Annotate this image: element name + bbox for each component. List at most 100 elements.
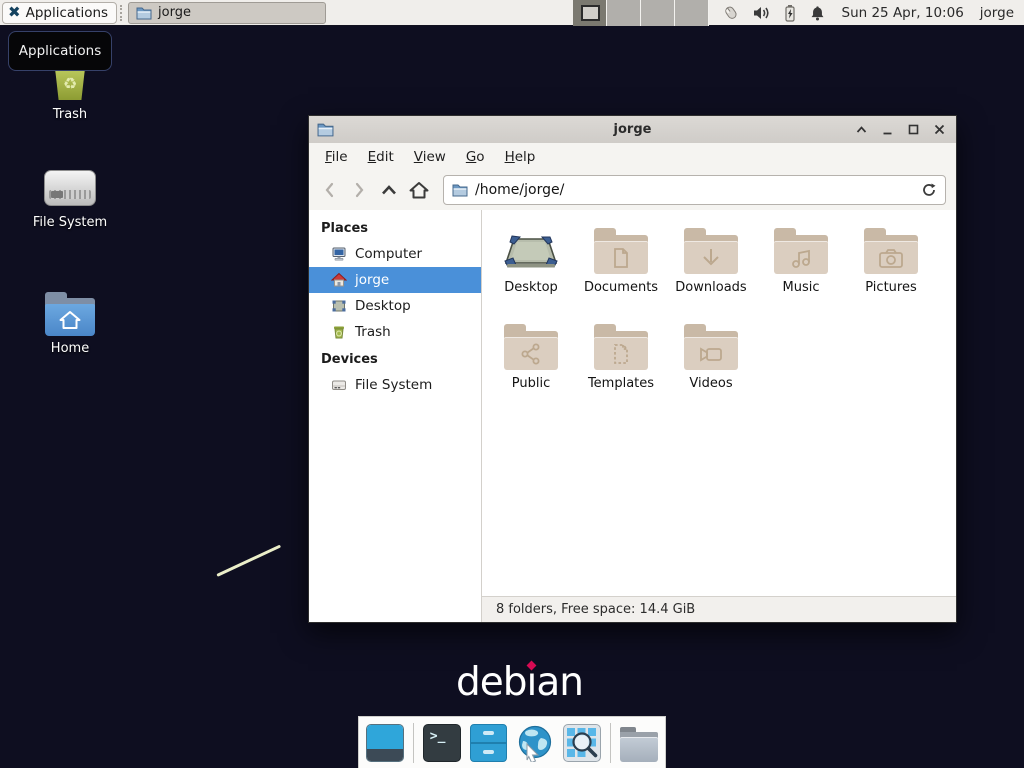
file-manager-window: jorge File Edit View Go Help (308, 115, 957, 623)
workspace-3[interactable] (641, 0, 675, 26)
sidebar-item-desktop[interactable]: Desktop (309, 293, 481, 319)
desktop-special-icon (503, 224, 559, 274)
sidebar-item-label: File System (355, 377, 432, 393)
videos-folder-icon (684, 324, 738, 370)
panel-username[interactable]: jorge (980, 5, 1014, 21)
file-item-label: Templates (588, 376, 654, 391)
file-item-public[interactable]: Public (486, 320, 576, 416)
path-folder-icon (452, 183, 468, 197)
sidebar-item-computer[interactable]: Computer (309, 241, 481, 267)
applications-menu-label: Applications (26, 5, 108, 21)
file-item-desktop[interactable]: Desktop (486, 224, 576, 320)
file-item-documents[interactable]: Documents (576, 224, 666, 320)
folder-icon (136, 6, 152, 20)
terminal-icon[interactable]: >_ (423, 724, 461, 762)
downloads-folder-icon (684, 228, 738, 274)
file-view: Desktop Documents (482, 210, 956, 622)
home-button[interactable] (405, 176, 433, 204)
taskbar-window-button[interactable]: jorge (128, 2, 326, 24)
xfce-logo-icon: ✖ (8, 5, 21, 20)
templates-folder-icon (594, 324, 648, 370)
notifications-bell-icon[interactable] (809, 4, 826, 22)
shade-button[interactable] (852, 121, 870, 139)
file-item-music[interactable]: Music (756, 224, 846, 320)
documents-folder-icon (594, 228, 648, 274)
music-folder-icon (774, 228, 828, 274)
drive-icon (331, 377, 347, 393)
computer-icon (331, 246, 347, 262)
desktop-preview-icon[interactable] (366, 724, 404, 762)
desktop-icon-label: Home (51, 341, 89, 356)
file-item-label: Public (512, 376, 550, 391)
home-icon (331, 272, 347, 288)
pictures-folder-icon (864, 228, 918, 274)
menu-go[interactable]: Go (456, 145, 495, 169)
sidebar-item-label: jorge (355, 272, 389, 288)
desktop-icon-label: File System (33, 215, 107, 230)
close-button[interactable] (930, 121, 948, 139)
menubar: File Edit View Go Help (309, 143, 956, 170)
sidebar-item-file-system[interactable]: File System (309, 372, 481, 398)
workspace-2[interactable] (607, 0, 641, 26)
desktop-icon-label: Trash (53, 107, 87, 122)
sidebar-item-jorge[interactable]: jorge (309, 267, 481, 293)
maximize-button[interactable] (904, 121, 922, 139)
public-folder-icon (504, 324, 558, 370)
file-cabinet-icon[interactable] (470, 724, 508, 762)
window-titlebar[interactable]: jorge (309, 116, 956, 143)
file-item-label: Pictures (865, 280, 916, 295)
menu-help[interactable]: Help (495, 145, 546, 169)
file-item-templates[interactable]: Templates (576, 320, 666, 416)
folder-icon[interactable] (620, 724, 658, 762)
sidebar-item-label: Trash (355, 324, 391, 340)
desktop-icon-home[interactable]: Home (22, 292, 118, 356)
file-item-label: Documents (584, 280, 658, 295)
sidebar-header-places: Places (309, 214, 481, 241)
dock-separator (413, 723, 414, 763)
reload-icon[interactable] (921, 182, 937, 198)
menu-view[interactable]: View (404, 145, 456, 169)
debian-logo: debıan (456, 660, 583, 705)
minimize-button[interactable] (878, 121, 896, 139)
web-browser-icon[interactable] (516, 724, 554, 762)
file-item-label: Music (783, 280, 820, 295)
menu-file[interactable]: File (315, 145, 358, 169)
top-panel: ✖ Applications jorge (0, 0, 1024, 26)
panel-handle[interactable] (120, 5, 125, 21)
workspace-window-preview (581, 5, 600, 21)
debian-logo-text: an (536, 660, 583, 705)
sidebar-item-label: Desktop (355, 298, 411, 314)
statusbar: 8 folders, Free space: 14.4 GiB (482, 596, 956, 622)
up-button[interactable] (375, 176, 403, 204)
file-item-videos[interactable]: Videos (666, 320, 756, 416)
file-item-label: Videos (689, 376, 732, 391)
toolbar (309, 170, 956, 210)
system-tray (721, 3, 826, 22)
path-input[interactable] (475, 182, 914, 198)
location-bar[interactable] (443, 175, 946, 205)
tooltip-text: Applications (19, 43, 101, 59)
back-button[interactable] (315, 176, 343, 204)
file-item-pictures[interactable]: Pictures (846, 224, 936, 320)
clock[interactable]: Sun 25 Apr, 10:06 (842, 5, 964, 21)
app-finder-icon[interactable] (563, 724, 601, 762)
applications-menu-button[interactable]: ✖ Applications (2, 2, 117, 24)
stray-line-artifact (216, 545, 281, 577)
forward-button[interactable] (345, 176, 373, 204)
menu-edit[interactable]: Edit (358, 145, 404, 169)
window-content: Places Computer jorge (309, 210, 956, 622)
workspace-1[interactable] (573, 0, 607, 26)
sidebar-item-trash[interactable]: Trash (309, 319, 481, 345)
mouse-icon[interactable] (721, 3, 741, 22)
icon-grid: Desktop Documents (482, 210, 956, 596)
volume-icon[interactable] (753, 5, 771, 21)
sidebar: Places Computer jorge (309, 210, 482, 622)
file-item-downloads[interactable]: Downloads (666, 224, 756, 320)
desktop-icon-file-system[interactable]: File System (22, 168, 118, 230)
sidebar-header-devices: Devices (309, 345, 481, 372)
battery-icon[interactable] (783, 4, 797, 22)
dock-panel: >_ (358, 716, 666, 768)
debian-logo-text: deb (456, 660, 527, 705)
workspace-pager[interactable] (573, 0, 709, 26)
workspace-4[interactable] (675, 0, 709, 26)
